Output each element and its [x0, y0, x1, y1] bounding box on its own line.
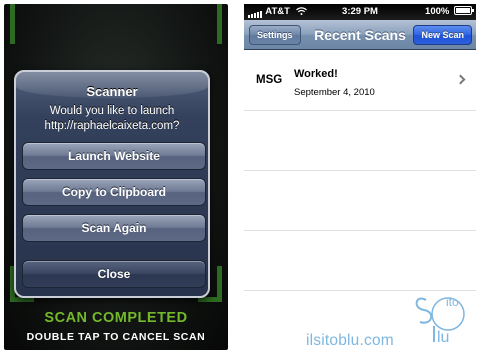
alert-title: Scanner	[86, 84, 138, 99]
launch-website-button[interactable]: Launch Website	[22, 142, 206, 170]
navigation-bar: Settings Recent Scans New Scan	[244, 20, 476, 50]
alert-message: Would you like to launch http://raphaelc…	[44, 105, 180, 132]
close-button[interactable]: Close	[22, 260, 206, 288]
battery: 100%	[425, 6, 474, 17]
list-item[interactable]: MSG Worked! September 4, 2010	[244, 51, 476, 111]
scan-status-text: SCAN COMPLETED	[44, 310, 188, 326]
svg-text:lu: lu	[437, 329, 449, 346]
svg-text:ito: ito	[446, 295, 459, 309]
scan-again-button[interactable]: Scan Again	[22, 214, 206, 242]
copy-to-clipboard-button[interactable]: Copy to Clipboard	[22, 178, 206, 206]
empty-row	[244, 231, 476, 291]
watermark-text: ilsitoblu.com	[306, 332, 394, 349]
empty-row	[244, 171, 476, 231]
battery-percent: 100%	[425, 6, 450, 17]
battery-icon	[454, 6, 474, 15]
scan-type-label: MSG	[256, 74, 283, 86]
scan-date: September 4, 2010	[294, 87, 375, 98]
chevron-right-icon	[455, 74, 466, 85]
scanner-screen: Scanner Would you like to launch http://…	[4, 4, 228, 350]
status-bar: AT&T 3:29 PM 100%	[244, 4, 476, 20]
viewfinder-corner-top-right	[204, 4, 222, 44]
new-scan-button[interactable]: New Scan	[413, 25, 472, 45]
scanner-alert-dialog: Scanner Would you like to launch http://…	[14, 70, 210, 298]
watermark-logo: ito lu	[415, 295, 465, 346]
cancel-scan-hint[interactable]: DOUBLE TAP TO CANCEL SCAN	[4, 331, 228, 343]
scan-title: Worked!	[294, 68, 338, 80]
viewfinder-corner-top-left	[10, 4, 28, 44]
empty-row	[244, 111, 476, 171]
